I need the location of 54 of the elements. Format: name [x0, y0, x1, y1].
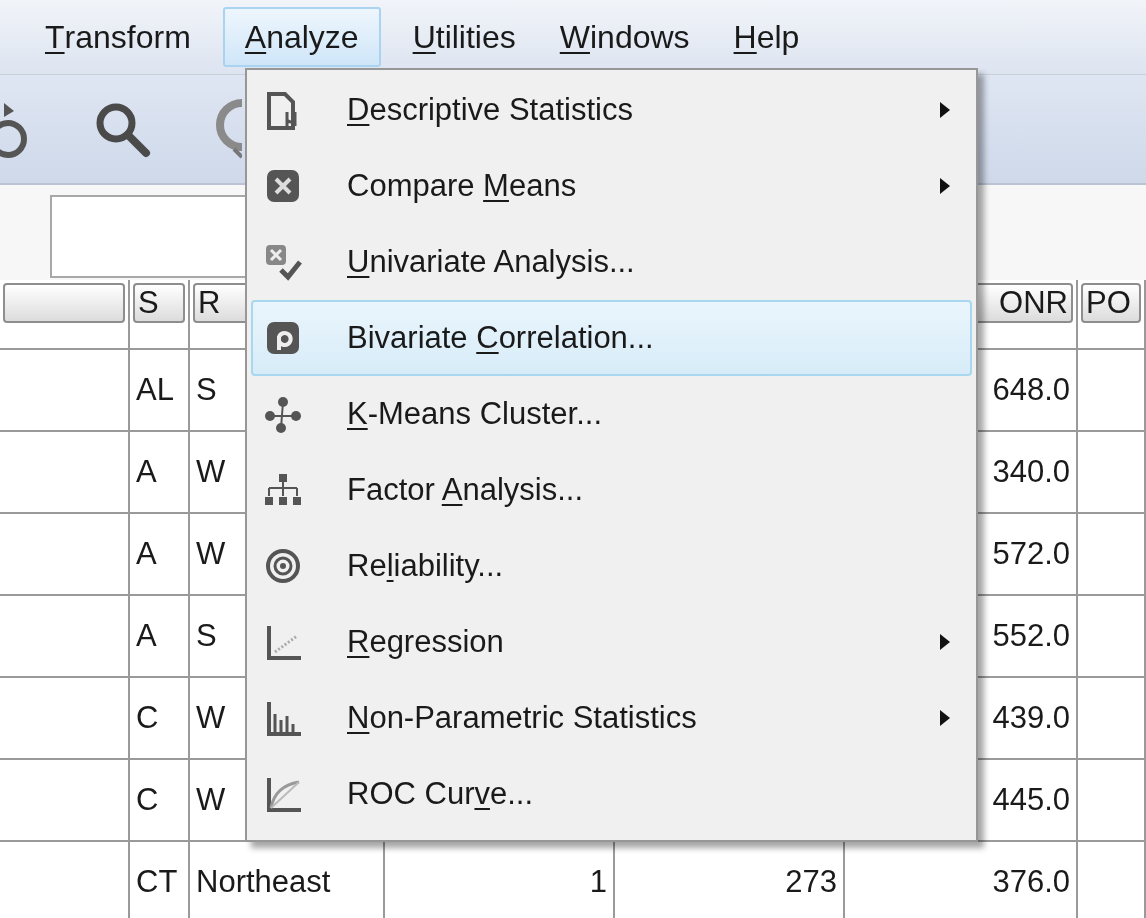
- table-cell-text: S: [196, 616, 217, 655]
- menu-item-label: K-Means Cluster...: [347, 394, 603, 433]
- table-cell-text: W: [196, 698, 226, 737]
- menu-item[interactable]: Descriptive Statistics: [251, 72, 972, 148]
- table-cell-text: 273: [785, 862, 837, 901]
- menu-bar-item[interactable]: Windows: [547, 7, 702, 67]
- table-cell-text: 552.0: [992, 616, 1070, 655]
- table-cell-text: 648.0: [992, 370, 1070, 409]
- menu-item[interactable]: K-Means Cluster...: [251, 376, 972, 452]
- menu-item-label: Reliability...: [347, 546, 505, 585]
- table-cell-text: 1: [589, 862, 607, 901]
- table-cell-text: W: [196, 452, 226, 491]
- table-cell-text: W: [196, 780, 226, 819]
- column-header[interactable]: PO: [1081, 283, 1141, 323]
- cross-check-icon: [263, 242, 303, 282]
- table-cell-text: Northeast: [196, 862, 331, 901]
- menu-bar-item[interactable]: Analyze: [222, 7, 381, 67]
- table-cell-text: S: [196, 370, 217, 409]
- menu-bar-item[interactable]: Utilities: [400, 7, 528, 67]
- table-cell-text: AL: [136, 370, 174, 409]
- menu-item-label: Regression: [347, 622, 505, 661]
- menu-item[interactable]: Reliability...: [251, 528, 972, 604]
- menu-item-label: ROC Curve...: [347, 774, 535, 813]
- menu-bar-item[interactable]: Help: [721, 7, 812, 67]
- cluster-icon: [263, 394, 303, 434]
- menu-item[interactable]: Factor Analysis...: [251, 452, 972, 528]
- column-header[interactable]: [3, 283, 125, 323]
- table-cell-text: 572.0: [992, 534, 1070, 573]
- table-cell-text: C: [136, 780, 159, 819]
- column-header[interactable]: S: [133, 283, 185, 323]
- table-cell-text: CT: [136, 862, 178, 901]
- menu-item-label: Univariate Analysis...: [347, 242, 636, 281]
- target-icon: [263, 546, 303, 586]
- table-cell-text: 439.0: [992, 698, 1070, 737]
- table-cell-text: A: [136, 534, 157, 573]
- menu-item-label: Compare Means: [347, 166, 578, 205]
- menu-item-label: Descriptive Statistics: [347, 90, 634, 129]
- menu-item[interactable]: Bivariate Correlation...: [251, 300, 972, 376]
- table-cell-text: 340.0: [992, 452, 1070, 491]
- table-cell-text: 445.0: [992, 780, 1070, 819]
- table-cell-text: W: [196, 534, 226, 573]
- table-cell-text: A: [136, 616, 157, 655]
- menu-item-label: Non-Parametric Statistics: [347, 698, 698, 737]
- menu-item[interactable]: Non-Parametric Statistics: [251, 680, 972, 756]
- menu-item-label: Bivariate Correlation...: [347, 318, 655, 357]
- menu-item[interactable]: ROC Curve...: [251, 756, 972, 832]
- menu-item-label: Factor Analysis...: [347, 470, 585, 509]
- menu-item[interactable]: Compare Means: [251, 148, 972, 224]
- table-cell-text: C: [136, 698, 159, 737]
- menu-item[interactable]: Univariate Analysis...: [251, 224, 972, 300]
- menu-bar-item[interactable]: Transform: [33, 7, 203, 67]
- table-cell-text: 376.0: [992, 862, 1070, 901]
- menu-item[interactable]: Regression: [251, 604, 972, 680]
- table-cell-text: A: [136, 452, 157, 491]
